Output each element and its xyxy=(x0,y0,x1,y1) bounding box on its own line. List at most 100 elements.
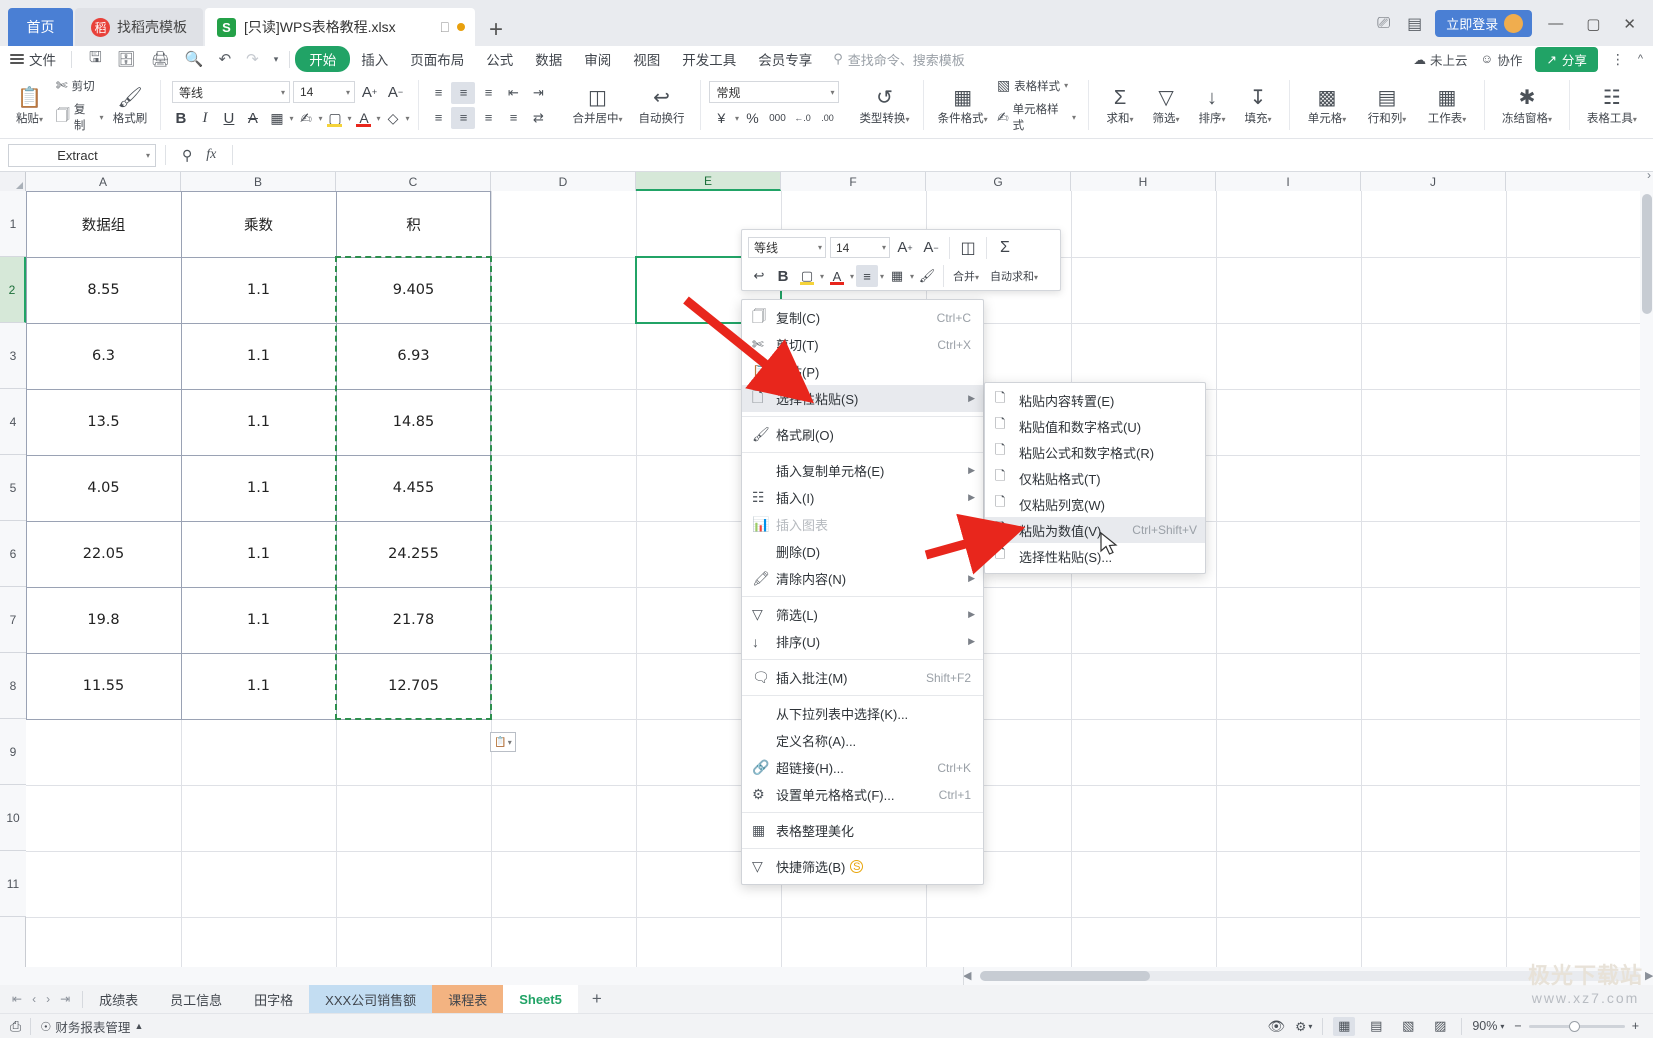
format-painter-button[interactable]: 🖌 格式刷 xyxy=(108,85,153,126)
eye-icon[interactable]: 👁 xyxy=(1267,1018,1285,1035)
menu-item-sort[interactable]: ↓ 排序(U) ▶ xyxy=(742,628,983,655)
currency-button[interactable]: ¥ xyxy=(710,107,733,129)
cell-style-button[interactable]: ✍ 单元格样式 ▾ xyxy=(993,99,1080,135)
mini-bold-button[interactable]: B xyxy=(772,265,794,287)
increase-decimal-button[interactable]: .00 xyxy=(816,107,839,129)
mini-font-color-button[interactable]: A xyxy=(826,265,848,287)
mini-font-name-select[interactable]: 等线 ▾ xyxy=(748,237,826,258)
row-header-7[interactable]: 7 xyxy=(0,587,26,653)
align-left-button[interactable]: ≡ xyxy=(426,107,450,129)
menu-item-define-name[interactable]: 定义名称(A)... xyxy=(742,727,983,754)
cell-A3[interactable]: 6.3 xyxy=(26,323,181,389)
cell-C6[interactable]: 24.255 xyxy=(336,521,491,587)
menu-item-paste[interactable]: 📋 粘贴(P) xyxy=(742,358,983,385)
row-header-1[interactable]: 1 xyxy=(0,191,26,257)
first-sheet-icon[interactable]: ⇤ xyxy=(8,992,26,1006)
menu-item-clear-contents[interactable]: 🖍 清除内容(N) ▶ xyxy=(742,565,983,592)
next-sheet-icon[interactable]: › xyxy=(42,992,54,1006)
collaborate-button[interactable]: ☺ 协作 xyxy=(1481,50,1523,69)
align-right-button[interactable]: ≡ xyxy=(476,107,500,129)
col-header-C[interactable]: C xyxy=(336,172,491,191)
horizontal-scrollbar-thumb[interactable] xyxy=(980,971,1150,981)
scroll-right-icon[interactable]: ▶ xyxy=(1645,969,1653,982)
decrease-font-size-button[interactable]: A − xyxy=(384,81,407,103)
print-icon[interactable]: 🖨 xyxy=(145,48,176,70)
col-header-J[interactable]: J xyxy=(1361,172,1506,191)
tab-insert[interactable]: 插入 xyxy=(350,46,399,72)
customize-qat-icon[interactable]: ▾ xyxy=(268,52,285,67)
font-color-button[interactable]: A xyxy=(352,107,375,129)
col-header-I[interactable]: I xyxy=(1216,172,1361,191)
paste-button[interactable]: 📋 粘贴▾ xyxy=(7,85,52,126)
submenu-item-paste-format-only[interactable]: 🗋 仅粘贴格式(T) xyxy=(985,465,1205,491)
undo-icon[interactable]: ↶ xyxy=(213,48,238,70)
mini-merge-button[interactable]: 合并▾ xyxy=(949,268,983,284)
cell-C3[interactable]: 6.93 xyxy=(336,323,491,389)
borders-button[interactable]: ▦ xyxy=(265,107,288,129)
row-header-10[interactable]: 10 xyxy=(0,785,26,851)
mini-format-painter-button[interactable]: 🖌 xyxy=(916,265,938,287)
add-sheet-button[interactable]: + xyxy=(578,989,616,1009)
cell-B4[interactable]: 1.1 xyxy=(181,389,336,455)
row-header-11[interactable]: 11 xyxy=(0,851,26,917)
border-style-button[interactable]: ✍ xyxy=(294,107,317,129)
save-icon[interactable]: 🖫 xyxy=(83,45,108,74)
mini-font-size-select[interactable]: 14 ▾ xyxy=(830,237,890,258)
file-menu-button[interactable]: 文件 xyxy=(0,49,66,69)
bold-button[interactable]: B xyxy=(169,107,192,129)
mini-borders-button[interactable]: ▦ xyxy=(886,265,908,287)
highlight-color-button[interactable]: ▢ xyxy=(323,107,346,129)
row-header-8[interactable]: 8 xyxy=(0,653,26,719)
col-header-B[interactable]: B xyxy=(181,172,336,191)
col-header-D[interactable]: D xyxy=(491,172,636,191)
cell-B1[interactable]: 乘数 xyxy=(181,191,336,257)
sheet-tab-tianzige[interactable]: 田字格 xyxy=(238,985,309,1013)
collapse-ribbon-icon[interactable]: ^ xyxy=(1638,53,1643,65)
submenu-item-transpose[interactable]: 🗋 粘贴内容转置(E) xyxy=(985,387,1205,413)
mini-increase-font-button[interactable]: A + xyxy=(894,237,916,259)
cell-A6[interactable]: 22.05 xyxy=(26,521,181,587)
cell-A4[interactable]: 13.5 xyxy=(26,389,181,455)
more-options-icon[interactable]: ⋮ xyxy=(1611,51,1625,68)
share-button[interactable]: ↗ 分享 xyxy=(1535,46,1598,72)
normal-view-button[interactable]: ▦ xyxy=(1333,1016,1356,1036)
last-sheet-icon[interactable]: ⇥ xyxy=(56,992,74,1006)
mini-autosum-icon[interactable]: Σ xyxy=(994,237,1016,259)
sort-button[interactable]: ↓ 排序▾ xyxy=(1189,85,1235,126)
redo-icon[interactable]: ↷ xyxy=(240,48,265,70)
sheet-tab-xxx-sales[interactable]: XXX公司销售额 xyxy=(309,985,433,1013)
sheet-tab-chengjibiao[interactable]: 成绩表 xyxy=(83,985,154,1013)
align-middle-button[interactable]: ≡ xyxy=(451,81,476,104)
rows-cols-button[interactable]: ▤ 行和列▾ xyxy=(1356,85,1418,126)
tab-view[interactable]: 视图 xyxy=(622,46,671,72)
col-header-F[interactable]: F xyxy=(781,172,926,191)
minimize-button[interactable]: — xyxy=(1541,15,1570,32)
menu-item-pick-from-dropdown[interactable]: 从下拉列表中选择(K)... xyxy=(742,700,983,727)
align-top-button[interactable]: ≡ xyxy=(426,82,450,104)
table-tools-button[interactable]: ☷ 表格工具▾ xyxy=(1578,85,1646,126)
fx-icon[interactable]: fx xyxy=(199,147,223,163)
tab-start[interactable]: 开始 xyxy=(295,46,351,72)
submenu-item-paste-values-and-number-format[interactable]: 🗋 粘贴值和数字格式(U) xyxy=(985,413,1205,439)
zoom-level-display[interactable]: 90% ▾ xyxy=(1472,1019,1504,1033)
cell-A5[interactable]: 4.05 xyxy=(26,455,181,521)
decrease-indent-button[interactable]: ⇤ xyxy=(501,82,525,104)
menu-item-hyperlink[interactable]: 🔗 超链接(H)... Ctrl+K xyxy=(742,754,983,781)
cell-A8[interactable]: 11.55 xyxy=(26,653,181,719)
font-name-select[interactable]: 等线 ▾ xyxy=(171,81,290,103)
increase-font-size-button[interactable]: A + xyxy=(358,81,381,103)
scroll-left-icon[interactable]: ◀ xyxy=(963,969,971,982)
app-grid-icon[interactable]: ▤ xyxy=(1403,12,1426,36)
submenu-item-paste-formula-and-number-format[interactable]: 🗋 粘贴公式和数字格式(R) xyxy=(985,439,1205,465)
menu-item-insert-comment[interactable]: 🗨 插入批注(M) Shift+F2 xyxy=(742,664,983,691)
paste-options-button[interactable]: 📋 ▾ xyxy=(490,732,516,752)
tab-home[interactable]: 首页 xyxy=(8,8,73,46)
sheet-tab-kechengbiao[interactable]: 课程表 xyxy=(432,985,504,1013)
conditional-format-button[interactable]: ▦ 条件格式▾ xyxy=(932,85,993,126)
row-header-3[interactable]: 3 xyxy=(0,323,26,389)
menu-item-format-cells[interactable]: ⚙ 设置单元格格式(F)... Ctrl+1 xyxy=(742,781,983,808)
monitor-icon[interactable]: ⎕ xyxy=(441,19,449,36)
col-header-K[interactable] xyxy=(1506,172,1641,191)
formula-input[interactable] xyxy=(242,143,1653,167)
fill-button[interactable]: ↧ 填充▾ xyxy=(1235,85,1281,126)
